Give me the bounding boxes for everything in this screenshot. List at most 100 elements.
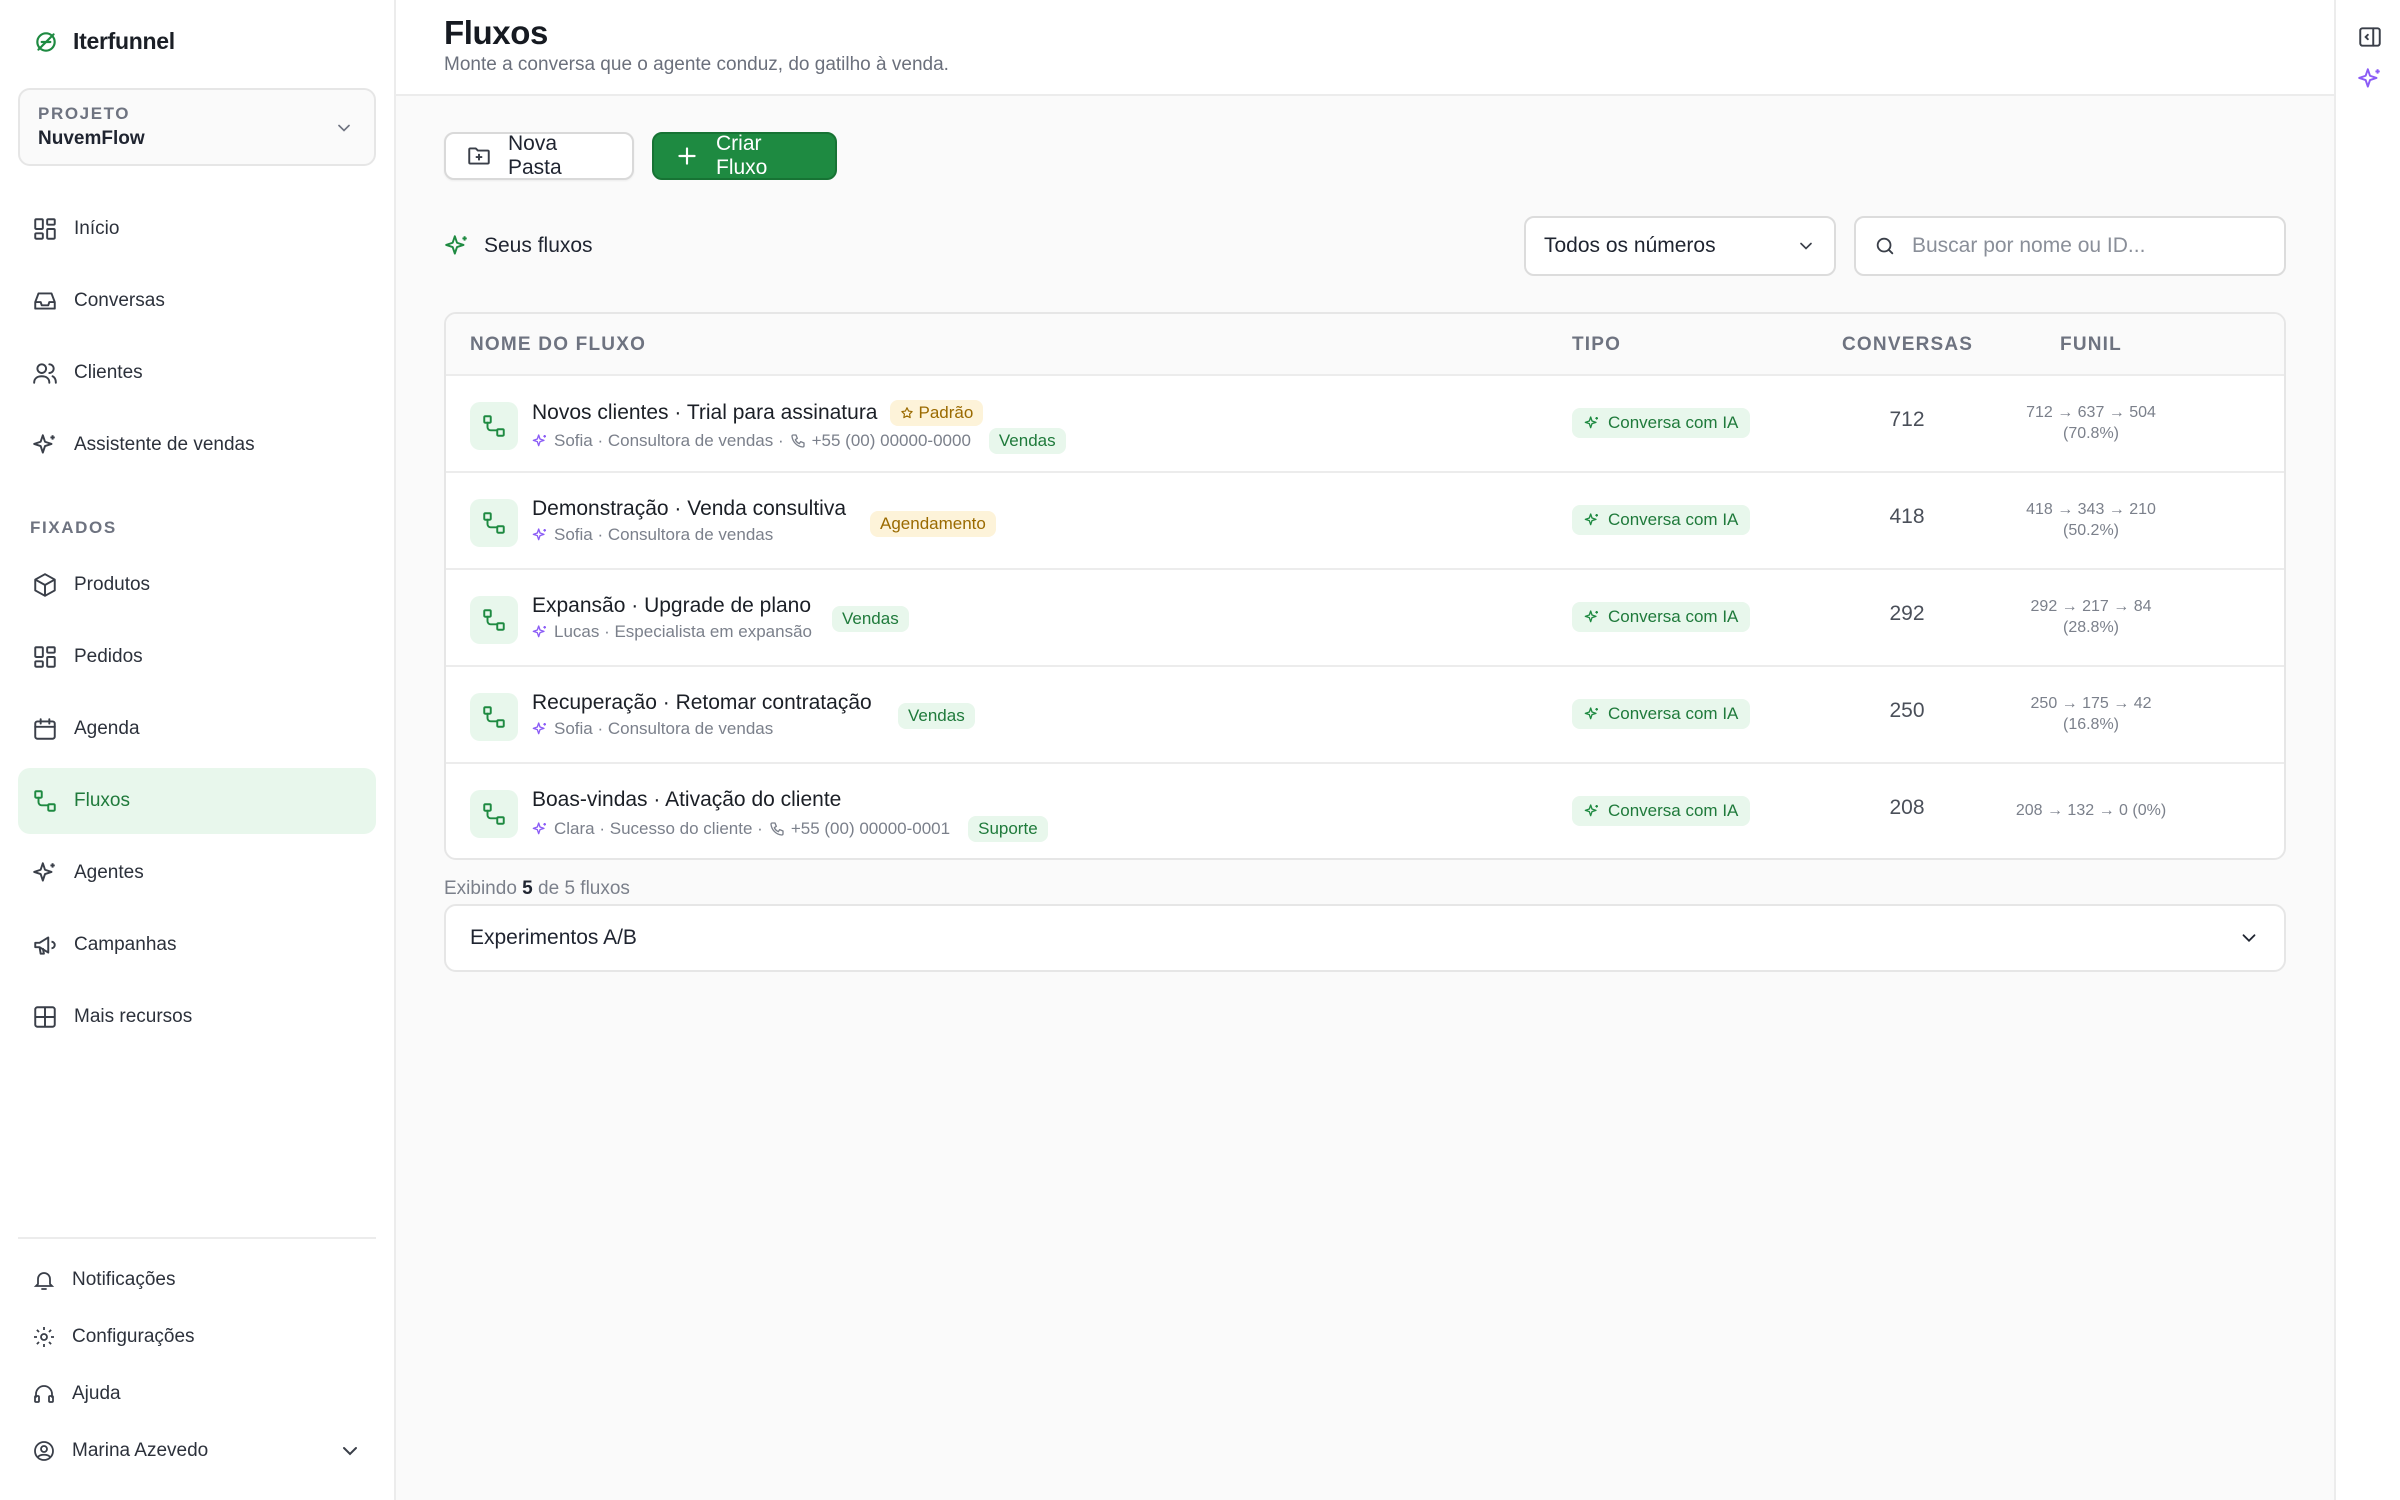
sidebar-item-ajuda[interactable]: Ajuda <box>18 1368 376 1420</box>
sidebar-item-label: Ajuda <box>72 1383 121 1404</box>
sidebar-divider <box>18 1237 376 1239</box>
sidebar-item-pedidos[interactable]: Pedidos <box>18 624 376 690</box>
megaphone-icon <box>32 932 58 958</box>
phone-icon <box>790 433 806 449</box>
folder-plus-icon <box>466 143 492 169</box>
row-title-line: Recuperação · Retomar contratação <box>532 691 872 715</box>
agent-name: Sofia · Consultora de vendas <box>554 525 774 544</box>
funnel-rate: (50.2%) <box>2062 522 2120 539</box>
inbox-icon <box>32 288 58 314</box>
sidebar-item-agenda[interactable]: Agenda <box>18 696 376 762</box>
sidebar-item-label: Início <box>74 218 120 239</box>
phone-number: +55 (00) 00000-0000 <box>811 431 971 450</box>
type-label: Conversa com IA <box>1608 704 1739 723</box>
sidebar-item-mais-recursos[interactable]: Mais recursos <box>18 984 376 1050</box>
sidebar-item-label: Campanhas <box>74 934 177 955</box>
users-icon <box>32 360 58 386</box>
sidebar-item-label: Produtos <box>74 574 151 595</box>
sidebar-item-label: Conversas <box>74 290 165 311</box>
type-badge: Conversa com IA <box>1572 408 1751 438</box>
table-row[interactable]: Expansão · Upgrade de plano Lucas · Espe… <box>446 570 2284 667</box>
column-header-funnel[interactable]: FUNIL <box>2026 334 2156 356</box>
sidebar-item-fluxos[interactable]: Fluxos <box>18 768 376 834</box>
funnel-steps: 292 → 217 → 84 <box>2030 598 2152 615</box>
agent-name: Sofia · Consultora de vendas <box>554 719 774 738</box>
phone-number-filter[interactable]: Todos os números <box>1524 216 1836 276</box>
create-flow-label: Criar Fluxo <box>716 132 768 179</box>
table-header: NOME DO FLUXO TIPO CONVERSAS FUNIL <box>446 314 2284 376</box>
brand-name: Iterfunnel <box>73 28 175 54</box>
new-folder-button[interactable]: Nova Pasta <box>444 132 634 180</box>
agent-sparkles-icon <box>532 624 548 640</box>
project-switcher[interactable]: PROJETO NuvemFlow <box>18 88 376 166</box>
flow-name[interactable]: Recuperação · Retomar contratação <box>532 691 872 715</box>
bell-icon <box>32 1268 56 1292</box>
category-tag: Agendamento <box>870 511 996 537</box>
sparkles-icon <box>1584 512 1600 528</box>
sidebar-item-label: Pedidos <box>74 646 143 667</box>
create-flow-button[interactable]: Criar Fluxo <box>652 132 837 180</box>
conversation-count: 712 <box>1889 408 1925 431</box>
funnel-stats: 292 → 217 → 84 (28.8%) <box>1976 596 2206 638</box>
agent-name: Lucas · Especialista em expansão <box>554 622 812 641</box>
headphones-icon <box>32 1382 56 1406</box>
section-title-text: Seus fluxos <box>484 234 593 257</box>
flow-icon <box>470 499 518 547</box>
search-icon <box>1874 235 1896 257</box>
conversation-count: 250 <box>1889 699 1925 722</box>
column-header-name[interactable]: NOME DO FLUXO <box>470 334 646 356</box>
sidebar-item-conversas[interactable]: Conversas <box>18 268 376 334</box>
package-icon <box>32 572 58 598</box>
flow-name[interactable]: Boas-vindas · Ativação do cliente <box>532 788 841 812</box>
sidebar-item-agentes[interactable]: Agentes <box>18 840 376 906</box>
sidebar-item-clientes[interactable]: Clientes <box>18 340 376 406</box>
default-badge: Padrão <box>889 400 984 426</box>
filter-value: Todos os números <box>1544 234 1716 257</box>
sidebar-item-assistente[interactable]: Assistente de vendas <box>18 412 376 478</box>
sidebar: Iterfunnel PROJETO NuvemFlow Início Conv… <box>0 0 396 1500</box>
sidebar-item-label: Notificações <box>72 1269 176 1290</box>
user-menu[interactable]: Marina Azevedo <box>18 1425 376 1477</box>
sidebar-item-campanhas[interactable]: Campanhas <box>18 912 376 978</box>
funnel-rate: (70.8%) <box>2062 425 2120 442</box>
table-row[interactable]: Demonstração · Venda consultiva Sofia · … <box>446 473 2284 570</box>
gear-icon <box>32 1325 56 1349</box>
sidebar-item-produtos[interactable]: Produtos <box>18 552 376 618</box>
row-subline: Sofia · Consultora de vendas <box>532 525 773 545</box>
column-header-conversations[interactable]: CONVERSAS <box>1842 334 1972 356</box>
panel-toggle-icon[interactable] <box>2357 24 2383 50</box>
table-row[interactable]: Recuperação · Retomar contratação Sofia … <box>446 667 2284 764</box>
row-title-line: Demonstração · Venda consultiva <box>532 497 846 521</box>
sidebar-item-inicio[interactable]: Início <box>18 196 376 262</box>
table-row[interactable]: Novos clientes · Trial para assinatura P… <box>446 376 2284 473</box>
table-row[interactable]: Boas-vindas · Ativação do cliente Clara … <box>446 764 2284 858</box>
user-avatar-icon <box>32 1439 56 1463</box>
phone-icon <box>769 821 785 837</box>
category-tag: Suporte <box>968 816 1048 842</box>
column-header-type[interactable]: TIPO <box>1572 334 1621 356</box>
flow-icon <box>470 596 518 644</box>
iterfunnel-logo-icon <box>33 29 59 55</box>
brand[interactable]: Iterfunnel <box>33 28 175 55</box>
funnel-stats: 712 → 637 → 504 (70.8%) <box>1976 402 2206 444</box>
row-subline: Sofia · Consultora de vendas <box>532 719 773 739</box>
flow-name[interactable]: Expansão · Upgrade de plano <box>532 594 811 618</box>
search-input[interactable] <box>1912 234 2266 258</box>
page-subtitle: Monte a conversa que o agente conduz, do… <box>444 54 949 75</box>
ai-sparkles-icon[interactable] <box>2357 66 2383 92</box>
sidebar-item-notificacoes[interactable]: Notificações <box>18 1254 376 1306</box>
row-subline: Lucas · Especialista em expansão <box>532 622 812 642</box>
search-box <box>1854 216 2286 276</box>
results-shown: 5 <box>522 878 533 899</box>
pinned-nav: Produtos Pedidos Agenda Fluxos Agentes C… <box>18 552 376 1056</box>
ab-experiments-accordion[interactable]: Experimentos A/B <box>444 904 2286 972</box>
project-label: PROJETO <box>38 104 131 123</box>
flow-name[interactable]: Demonstração · Venda consultiva <box>532 497 846 521</box>
category-tag: Vendas <box>988 428 1066 454</box>
chevron-down-icon <box>334 118 354 138</box>
conversation-count: 418 <box>1889 505 1925 528</box>
flow-name[interactable]: Novos clientes · Trial para assinatura <box>532 401 878 425</box>
sidebar-item-configuracoes[interactable]: Configurações <box>18 1311 376 1363</box>
chevron-down-icon <box>338 1439 362 1463</box>
sidebar-item-label: Agenda <box>74 718 140 739</box>
